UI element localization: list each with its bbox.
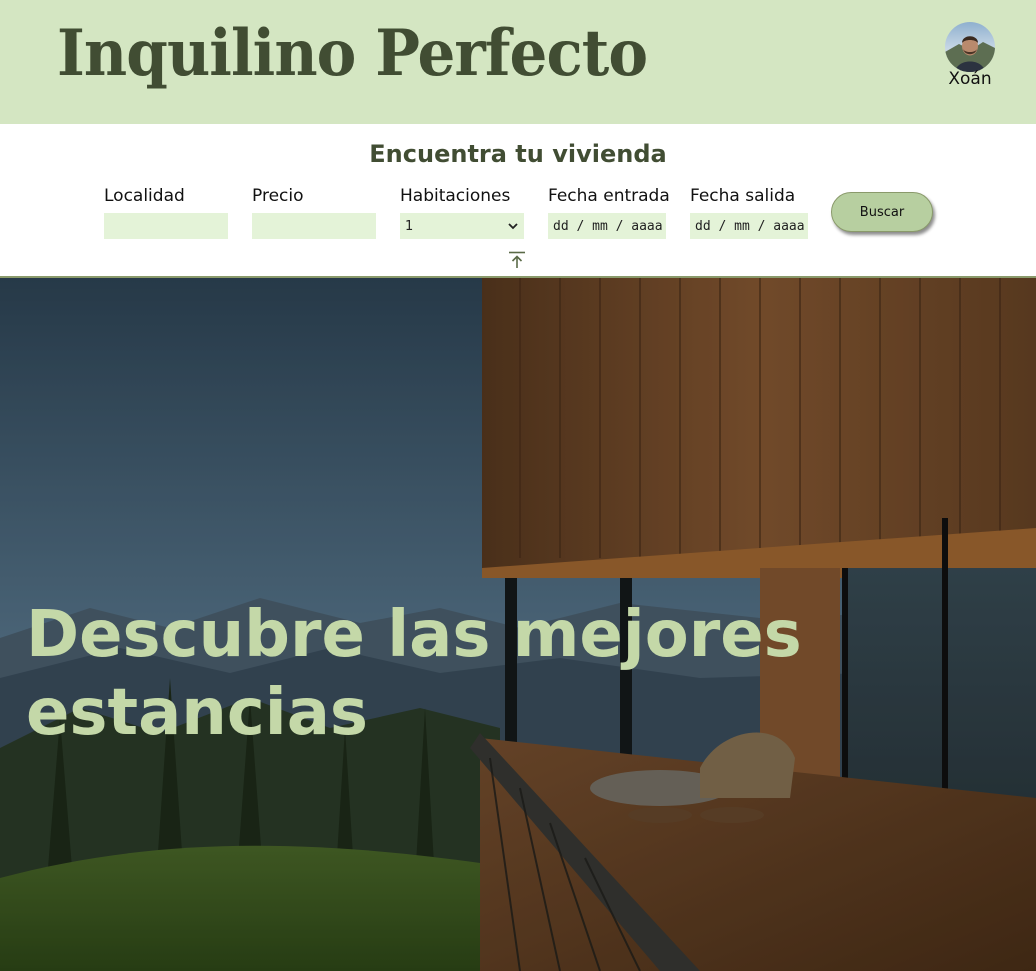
user-menu[interactable]: Xoán [940, 22, 1000, 89]
rooms-label: Habitaciones [400, 186, 511, 206]
checkin-label: Fecha entrada [548, 186, 670, 206]
hero-headline: Descubre las mejores estancias [26, 598, 802, 750]
search-title: Encuentra tu vivienda [369, 140, 667, 168]
rooms-select[interactable]: 1 [400, 213, 524, 239]
rooms-select-value: 1 [405, 218, 414, 234]
search-button[interactable]: Buscar [831, 192, 933, 232]
brand-logo[interactable]: Inquilino Perfecto [57, 14, 648, 94]
locality-input[interactable] [104, 213, 228, 239]
user-name: Xoán [948, 69, 992, 89]
price-input[interactable] [252, 213, 376, 239]
collapse-arrow-icon[interactable] [508, 251, 526, 269]
checkout-label: Fecha salida [690, 186, 796, 206]
checkin-date-input[interactable]: dd / mm / aaaa [548, 213, 666, 239]
site-header: Inquilino Perfecto Xoán [0, 0, 1036, 124]
locality-label: Localidad [104, 186, 185, 206]
hero-banner: Descubre las mejores estancias [0, 278, 1036, 971]
avatar[interactable] [945, 22, 995, 72]
chevron-down-icon [508, 223, 518, 230]
checkout-date-input[interactable]: dd / mm / aaaa [690, 213, 808, 239]
search-panel: Encuentra tu vivienda Localidad Precio H… [0, 124, 1036, 278]
price-label: Precio [252, 186, 304, 206]
